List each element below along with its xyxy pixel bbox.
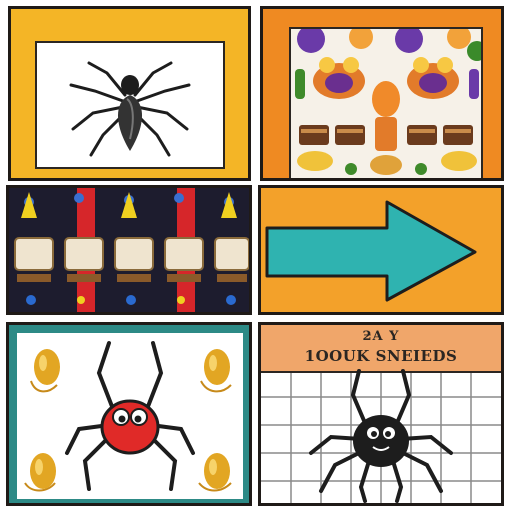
arrow-right-icon	[265, 200, 477, 302]
seed-bottom-right	[198, 453, 232, 492]
character-pattern-tile	[260, 6, 504, 181]
red-spider-icon	[24, 341, 232, 492]
seed-top-left	[30, 349, 60, 393]
cute-spider-card	[6, 322, 252, 506]
character-pattern-inner	[289, 27, 483, 178]
seed-bottom-left	[24, 453, 56, 492]
spider-icon	[69, 61, 191, 157]
boxes-pattern	[9, 188, 249, 312]
character-pattern	[295, 29, 481, 175]
black-spider-icon	[309, 369, 453, 503]
spider-outline-card	[8, 6, 251, 181]
seed-top-right	[200, 349, 232, 393]
spider-card-inner	[35, 41, 225, 169]
boxes-pattern-tile	[6, 185, 252, 315]
calendar-spider-card: ƻA Y 1OOUK SNEIEDS	[258, 322, 504, 506]
arrow-card	[258, 185, 504, 315]
cute-spider-inner	[17, 333, 243, 499]
